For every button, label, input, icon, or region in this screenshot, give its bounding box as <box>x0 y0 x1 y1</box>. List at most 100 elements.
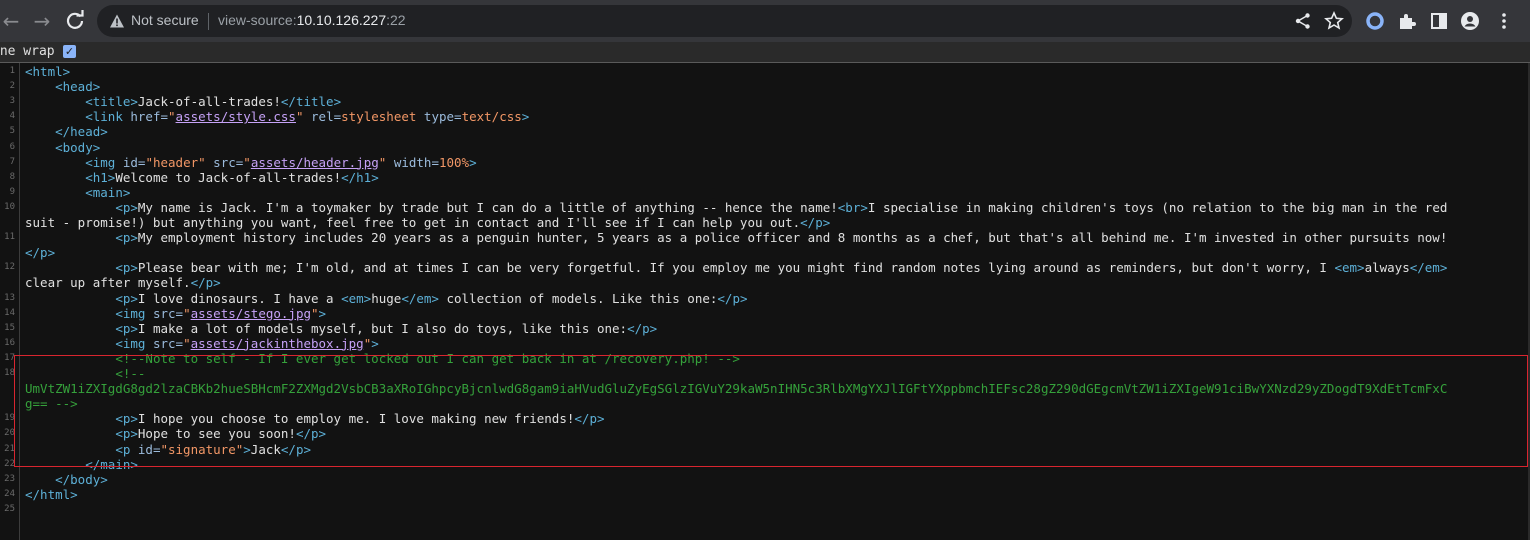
code-token: src= <box>152 335 184 351</box>
line-code: <p>My employment history includes 20 yea… <box>25 230 1520 245</box>
code-token: </p> <box>800 215 831 230</box>
url-port: :22 <box>386 12 406 28</box>
security-status[interactable]: Not secure <box>131 12 199 28</box>
source-link[interactable]: assets/header.jpg <box>251 155 379 170</box>
line-number: 21 <box>4 443 15 454</box>
line-number: 4 <box>9 111 15 122</box>
code-token: Jack <box>250 441 281 457</box>
source-line: 12 <p>Please bear with me; I'm old, and … <box>0 260 1530 275</box>
source-line: 21 <p id="signature">Jack</p> <box>0 442 1530 457</box>
line-number: 14 <box>4 307 15 318</box>
line-code: <!-- <box>25 366 1520 381</box>
code-token: <title> <box>85 94 138 110</box>
code-token: huge <box>371 290 402 306</box>
code-token: </p> <box>717 290 748 306</box>
line-number: 16 <box>4 337 15 348</box>
code-token: Jack-of-all-trades! <box>137 94 281 110</box>
code-token: > <box>243 441 251 457</box>
line-code: <title>Jack-of-all-trades!</title> <box>25 94 1520 109</box>
line-number: 23 <box>4 473 15 484</box>
code-token: <em> <box>341 290 372 306</box>
url-host: 10.10.126.227 <box>296 12 387 28</box>
more-menu-icon[interactable] <box>1494 11 1514 31</box>
line-code: <img src="assets/stego.jpg"> <box>25 306 1520 321</box>
source-line: 1 <html> <box>0 64 1530 79</box>
code-token: width= <box>386 154 439 170</box>
line-number: 1 <box>9 66 15 76</box>
code-token: </p> <box>574 411 605 427</box>
line-code: <p>My name is Jack. I'm a toymaker by tr… <box>25 200 1520 215</box>
line-code: <p>I make a lot of models myself, but I … <box>25 321 1520 336</box>
code-token: src= <box>205 154 244 170</box>
source-line: 18 <!-- <box>0 366 1530 381</box>
source-link[interactable]: assets/style.css <box>176 109 296 124</box>
code-token: " <box>295 109 304 125</box>
source-line: 15 <p>I make a lot of models myself, but… <box>0 321 1530 336</box>
code-token: g== --> <box>25 396 78 412</box>
code-token: " <box>168 109 176 125</box>
line-number: 6 <box>9 141 15 152</box>
source-line: 2 <head> <box>0 79 1530 94</box>
bookmark-star-icon[interactable] <box>1324 11 1344 31</box>
code-token: > <box>318 305 327 321</box>
url-text[interactable]: view-source:10.10.126.227:22 <box>218 12 406 28</box>
back-arrow-icon[interactable]: ← <box>0 8 24 34</box>
code-token: <link <box>85 109 131 125</box>
code-token: </em> <box>401 290 439 306</box>
line-number: 13 <box>4 292 15 303</box>
source-line: 11 <p>My employment history includes 20 … <box>0 230 1530 245</box>
profile-avatar-icon[interactable] <box>1460 11 1480 31</box>
code-token: I make a lot of models myself, but I als… <box>137 320 628 336</box>
extension-circle-icon[interactable] <box>1365 11 1385 31</box>
code-token: "signature" <box>160 441 244 457</box>
code-token: </em> <box>1409 260 1448 276</box>
source-line: 23 </body> <box>0 472 1530 487</box>
line-code: </main> <box>25 457 1520 472</box>
source-line: 3 <title>Jack-of-all-trades!</title> <box>0 94 1530 109</box>
source-link[interactable]: assets/jackinthebox.jpg <box>191 336 364 351</box>
line-code: <p>I love dinosaurs. I have a <em>huge</… <box>25 291 1520 306</box>
reload-icon[interactable] <box>62 8 88 34</box>
line-number: 20 <box>4 428 15 439</box>
code-token: <p> <box>115 260 138 276</box>
line-number: 12 <box>4 262 15 273</box>
share-icon[interactable] <box>1293 11 1313 31</box>
source-line: 6 <body> <box>0 140 1530 155</box>
code-token: </h1> <box>341 169 379 185</box>
line-code: <link href="assets/style.css" rel=styles… <box>25 109 1520 124</box>
code-token: I specialise in making children's toys (… <box>867 199 1448 215</box>
source-line: UmVtZW1iZXIgdG8gd2lzaCBKb2hueSBHcmF2ZXMg… <box>0 381 1530 396</box>
line-code: <img src="assets/jackinthebox.jpg"> <box>25 336 1520 351</box>
source-line: 14 <img src="assets/stego.jpg"> <box>0 306 1530 321</box>
line-code: <img id="header" src="assets/header.jpg"… <box>25 155 1520 170</box>
code-token: clear up after myself. <box>25 275 191 291</box>
code-token: </p> <box>280 441 312 457</box>
line-wrap-checkbox[interactable]: ✓ <box>63 45 76 58</box>
forward-arrow-icon[interactable]: → <box>29 8 55 34</box>
source-link[interactable]: assets/stego.jpg <box>191 306 311 321</box>
code-token: Welcome to Jack-of-all-trades! <box>115 169 342 185</box>
code-token: " <box>311 305 319 321</box>
address-bar[interactable]: Not secure view-source:10.10.126.227:22 <box>97 5 1352 37</box>
source-line: 9 <main> <box>0 185 1530 200</box>
line-code: <!--Note to self - If I ever get locked … <box>25 351 1520 366</box>
line-number: 17 <box>4 352 15 363</box>
line-code: <h1>Welcome to Jack-of-all-trades!</h1> <box>25 170 1520 185</box>
extensions-puzzle-icon[interactable] <box>1397 11 1417 31</box>
code-token: <em> <box>1334 260 1365 276</box>
code-token: I hope you choose to employ me. I love m… <box>137 411 575 427</box>
line-code: <main> <box>25 185 1520 200</box>
side-panel-icon[interactable] <box>1429 11 1449 31</box>
warning-icon[interactable] <box>109 13 125 29</box>
code-token: Please bear with me; I'm old, and at tim… <box>137 260 1335 276</box>
line-code: <p>I hope you choose to employ me. I lov… <box>25 411 1520 426</box>
line-code: </body> <box>25 472 1520 487</box>
line-number: 9 <box>9 186 15 197</box>
